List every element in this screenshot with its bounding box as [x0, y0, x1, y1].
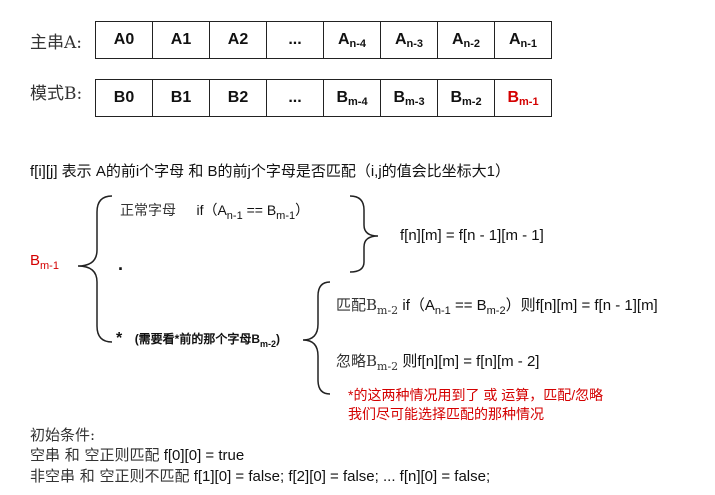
normal-right-brace: [349, 195, 379, 273]
cell-a0: A0: [96, 21, 153, 59]
cell-a-n4: An-4: [324, 21, 381, 59]
cell-b-m3: Bm-3: [381, 79, 438, 117]
cell-a-n3: An-3: [381, 21, 438, 59]
red-note: *的这两种情况用到了 或 运算，匹配/忽略 我们尽可能选择匹配的那种情况: [348, 386, 603, 424]
star-left-brace: [302, 281, 331, 395]
formula-normal: f[n][m] = f[n - 1][m - 1]: [400, 227, 544, 244]
row-a-label: 主串A:: [30, 33, 83, 53]
cell-b-ellipsis: ...: [267, 79, 324, 117]
row-b-cells: B0 B1 B2 ... Bm-4 Bm-3 Bm-2 Bm-1: [95, 79, 552, 117]
red-note-line-2: 我们尽可能选择匹配的那种情况: [348, 406, 544, 422]
cell-a-n2: An-2: [438, 21, 495, 59]
init-conditions: 初始条件: 空串 和 空正则匹配 f[0][0] = true 非空串 和 空正…: [30, 425, 490, 487]
cell-a1: A1: [153, 21, 210, 59]
match-branch: 匹配Bm-2 if（An-1 == Bm-2）则f[n][m] = f[n - …: [336, 296, 658, 317]
star-note: (需要看*前的那个字母Bm-2): [134, 332, 281, 349]
red-note-line-1: *的这两种情况用到了 或 运算，匹配/忽略: [348, 387, 604, 403]
cell-b1: B1: [153, 79, 210, 117]
init-title: 初始条件:: [30, 426, 96, 444]
case-dot: .: [118, 254, 124, 274]
cell-a-n1: An-1: [495, 21, 552, 59]
case-normal-condition: if（An-1 == Bm-1）: [196, 202, 310, 222]
row-b-label: 模式B:: [30, 84, 83, 104]
main-left-brace: [77, 195, 113, 343]
root-node-bm1: Bm-1: [30, 252, 59, 272]
init-line-1: 空串 和 空正则匹配 f[0][0] = true: [30, 446, 245, 464]
case-normal: 正常字母 if（An-1 == Bm-1）: [120, 200, 310, 222]
case-normal-label: 正常字母: [120, 203, 176, 219]
cell-a-ellipsis: ...: [267, 21, 324, 59]
cell-b-m4: Bm-4: [324, 79, 381, 117]
cell-b2: B2: [210, 79, 267, 117]
cell-b0: B0: [96, 79, 153, 117]
cell-b-m2: Bm-2: [438, 79, 495, 117]
case-star: * (需要看*前的那个字母Bm-2): [116, 330, 281, 349]
ignore-branch: 忽略Bm-2 则f[n][m] = f[n][m - 2]: [336, 352, 540, 373]
cell-a2: A2: [210, 21, 267, 59]
definition-text: f[i][j] 表示 A的前i个字母 和 B的前j个字母是否匹配（i,j的值会比…: [30, 163, 511, 180]
star-symbol: *: [116, 330, 123, 347]
row-a-cells: A0 A1 A2 ... An-4 An-3 An-2 An-1: [95, 21, 552, 59]
init-line-2: 非空串 和 空正则不匹配 f[1][0] = false; f[2][0] = …: [30, 467, 491, 485]
cell-b-m1-highlight: Bm-1: [495, 79, 552, 117]
